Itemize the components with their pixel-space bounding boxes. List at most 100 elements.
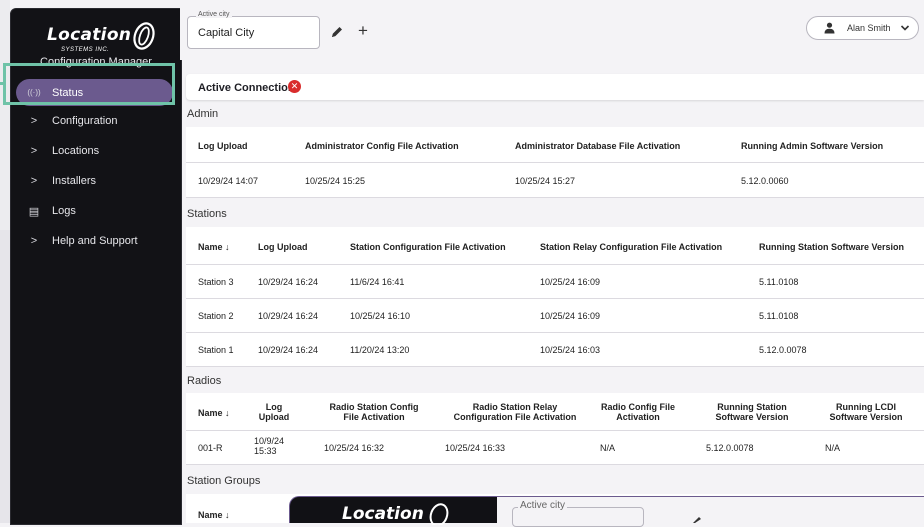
overlay-active-city-legend: Active city (518, 500, 568, 511)
admin-section-title: Admin (187, 108, 219, 120)
column-header: Administrator Database File Activation (515, 141, 681, 151)
active-city-value: Capital City (198, 27, 255, 39)
table-cell: 5.11.0108 (759, 311, 799, 321)
column-header: Radio Config File Activation (596, 402, 680, 422)
column-header-label: Name (198, 510, 223, 520)
table-cell: 10/25/24 16:03 (540, 345, 601, 355)
sort-arrow-icon: ↓ (225, 408, 230, 418)
header-line: Software Version (715, 412, 789, 422)
table-cell: 10/25/24 16:09 (540, 311, 601, 321)
overlay-logo-text: Location (342, 504, 424, 524)
station-groups-section-title: Station Groups (187, 475, 261, 487)
table-cell: N/A (825, 443, 841, 453)
stations-table: Name ↓ Log Upload Station Configuration … (186, 227, 924, 367)
sidebar-item-configuration[interactable]: > Configuration (11, 106, 181, 136)
sidebar-item-label: Help and Support (52, 235, 138, 247)
add-city-icon[interactable]: + (358, 21, 368, 41)
header-line: Software Version (829, 412, 903, 422)
person-icon (824, 22, 835, 34)
logo-mark-icon (133, 22, 155, 50)
active-connection-label: Active Connection: (198, 82, 299, 94)
header-line: Upload (258, 412, 290, 422)
radios-section-title: Radios (187, 375, 222, 387)
table-cell: Station 2 (198, 311, 234, 321)
column-header: Radio Station Relay Configuration File A… (440, 402, 590, 422)
table-cell: 10/25/24 15:27 (515, 176, 576, 186)
sidebar-item-locations[interactable]: > Locations (11, 136, 181, 166)
table-cell: 10/25/24 15:25 (305, 176, 366, 186)
active-city-field[interactable]: Active city Capital City (187, 11, 320, 49)
error-x-icon: ✕ (288, 80, 301, 93)
table-cell: 10/25/24 16:10 (350, 311, 411, 321)
table-cell: 5.12.0.0060 (741, 176, 789, 186)
header-line: Radio Station Relay (472, 402, 558, 412)
table-cell: Station 3 (198, 277, 234, 287)
chevron-right-icon: > (30, 115, 38, 127)
logo-subtext: SYSTEMS INC. (61, 47, 110, 53)
table-header-row: Log Upload Administrator Config File Act… (186, 127, 924, 163)
active-connection-bar: Active Connection: ✕ (186, 74, 924, 100)
column-header: Station Relay Configuration File Activat… (540, 242, 723, 252)
header-line: Log (265, 402, 283, 412)
table-cell: 10/29/24 16:24 (258, 277, 319, 287)
header-line: Radio Config File (601, 402, 675, 412)
table-row: 10/29/24 14:07 10/25/24 15:25 10/25/24 1… (186, 163, 924, 198)
table-row[interactable]: Station 2 10/29/24 16:24 10/25/24 16:10 … (186, 299, 924, 333)
cell-line: 10/9/24 (254, 436, 285, 446)
user-menu-button[interactable]: Alan Smith (806, 16, 919, 40)
column-header-name[interactable]: Name ↓ (198, 408, 230, 418)
chevron-right-icon: > (30, 175, 38, 187)
overlay-logo-mark-icon (429, 503, 449, 525)
active-city-legend: Active city (196, 11, 232, 18)
table-cell: 10/29/24 16:24 (258, 345, 319, 355)
table-cell: 5.12.0.0078 (706, 443, 754, 453)
pencil-icon[interactable] (330, 25, 344, 39)
user-name: Alan Smith (847, 23, 891, 33)
column-header: Running Admin Software Version (741, 141, 884, 151)
header-line: File Activation (343, 412, 405, 422)
callout-connector-line (0, 82, 6, 85)
column-header-name[interactable]: Name ↓ (198, 242, 230, 252)
column-header: Running Station Software Version (759, 242, 905, 252)
table-cell: 5.12.0.0078 (759, 345, 807, 355)
table-cell: 10/29/24 14:07 (198, 176, 259, 186)
sidebar-item-help-and-support[interactable]: > Help and Support (11, 226, 181, 256)
log-list-icon: ▤ (28, 205, 40, 218)
column-header-label: Name (198, 408, 223, 418)
overlay-pencil-icon[interactable] (690, 515, 704, 523)
table-cell: N/A (600, 443, 616, 453)
column-header-name[interactable]: Name ↓ (198, 510, 230, 520)
chevron-down-icon (900, 25, 910, 31)
header-line: Radio Station Config (329, 402, 419, 412)
brand-logo: Location SYSTEMS INC. (47, 22, 157, 57)
cell-line: 15:33 (254, 446, 277, 456)
header-line: Running Station (717, 402, 787, 412)
sidebar-item-label: Configuration (52, 115, 118, 127)
table-cell: 5.11.0108 (759, 277, 799, 287)
sidebar-item-label: Installers (52, 175, 97, 187)
logo-text: Location (47, 25, 132, 45)
radios-table: Name ↓ Log Upload Radio Station Config F… (186, 393, 924, 465)
table-cell: 11/6/24 16:41 (350, 277, 405, 287)
header-line: Configuration File Activation (453, 412, 577, 422)
sidebar-item-label: Locations (52, 145, 100, 157)
header-line: Activation (616, 412, 660, 422)
status-highlight-callout (3, 63, 175, 105)
column-header: Radio Station Config File Activation (314, 402, 434, 422)
table-cell: 10/29/24 16:24 (258, 311, 319, 321)
header-line: Running LCDI (836, 402, 896, 412)
sidebar-item-installers[interactable]: > Installers (11, 166, 181, 196)
table-cell: 10/9/24 15:33 (254, 436, 284, 456)
table-cell: 11/20/24 13:20 (350, 345, 410, 355)
sidebar-item-logs[interactable]: ▤ Logs (11, 196, 181, 226)
table-row[interactable]: Station 1 10/29/24 16:24 11/20/24 13:20 … (186, 333, 924, 367)
table-row[interactable]: 001-R 10/9/24 15:33 10/25/24 16:32 10/25… (186, 431, 924, 465)
sort-arrow-icon: ↓ (225, 242, 230, 252)
table-cell: Station 1 (198, 345, 234, 355)
table-cell: 10/25/24 16:09 (540, 277, 601, 287)
top-bar: Active city Capital City + Alan Smith (180, 8, 924, 60)
column-header: Administrator Config File Activation (305, 141, 459, 151)
column-header: Log Upload (198, 141, 248, 151)
table-row[interactable]: Station 3 10/29/24 16:24 11/6/24 16:41 1… (186, 265, 924, 299)
table-cell: 001-R (198, 443, 223, 453)
